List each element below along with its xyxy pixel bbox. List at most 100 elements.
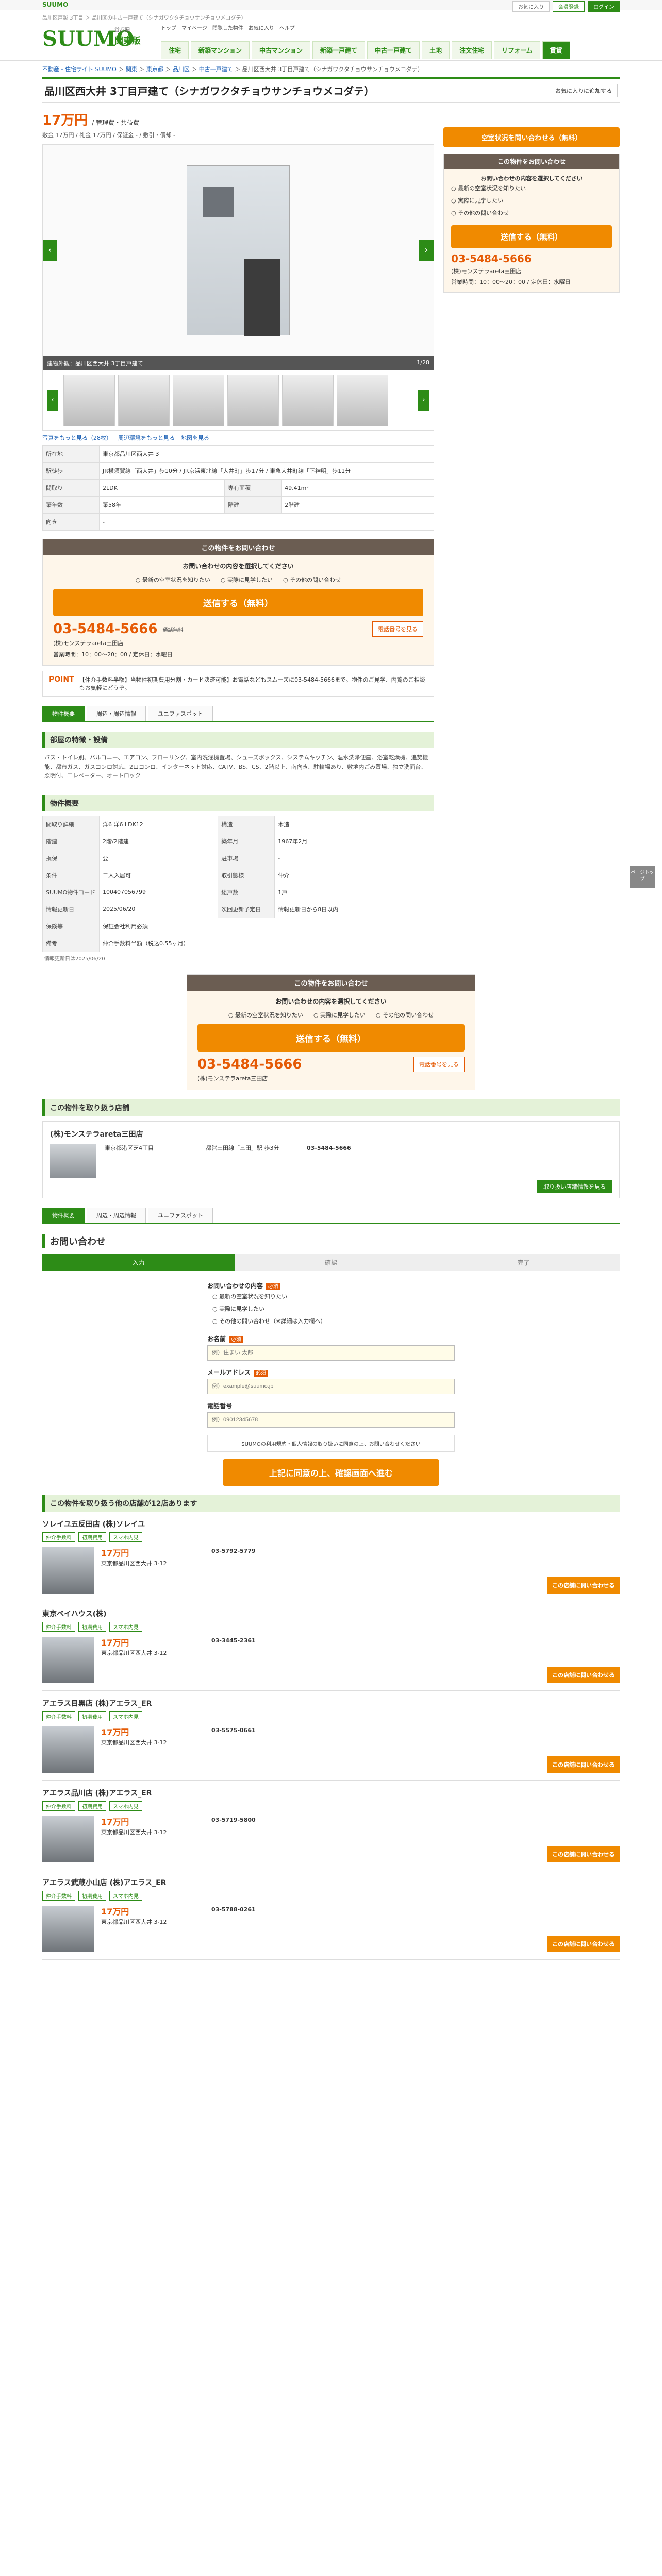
- page-top-button[interactable]: ページトップ: [630, 866, 655, 888]
- confirm-button[interactable]: 上記に同意の上、確認画面へ進む: [223, 1459, 439, 1486]
- thumb-next-button[interactable]: ›: [418, 390, 429, 411]
- mid-option-visit[interactable]: 実際に見学したい: [313, 1011, 366, 1019]
- thumbnail[interactable]: [337, 375, 388, 426]
- util-favorites[interactable]: お気に入り: [249, 24, 274, 31]
- sidebar-phone[interactable]: 03-5484-5666: [451, 252, 612, 265]
- listing-inquiry-button[interactable]: この店舗に問い合わせる: [547, 1845, 620, 1862]
- free-inquiry-button[interactable]: 空室状況を問い合わせる（無料）: [443, 127, 620, 147]
- form-option-other[interactable]: その他の問い合わせ（※詳細は入力欄へ）: [207, 1315, 455, 1327]
- listing-photo[interactable]: [42, 1636, 94, 1683]
- nav-custom-house[interactable]: 注文住宅: [452, 41, 492, 59]
- crumb-1[interactable]: 不動産・住宅サイト SUUMO: [42, 66, 117, 73]
- crumb-4[interactable]: 品川区: [173, 66, 190, 73]
- main-photo[interactable]: ‹ ›: [43, 145, 434, 356]
- crumb-3[interactable]: 東京都: [146, 66, 163, 73]
- util-history[interactable]: 閲覧した物件: [212, 24, 243, 31]
- house-image: [187, 165, 290, 336]
- listing-name[interactable]: アエラス目黒店 (株)アエラス_ER: [42, 1698, 620, 1708]
- tab-overview[interactable]: 物件概要: [42, 706, 85, 721]
- shop-more-button[interactable]: 取り扱い店舗情報を見る: [537, 1180, 612, 1193]
- thumbnail[interactable]: [173, 375, 224, 426]
- form-tab-spot[interactable]: ユニファスポット: [148, 1207, 213, 1223]
- nav-rental[interactable]: 賃貸: [542, 41, 570, 59]
- util-top[interactable]: トップ: [161, 24, 176, 31]
- mid-send-button[interactable]: 送信する（無料）: [197, 1024, 465, 1052]
- required-badge: 必須: [266, 1283, 281, 1290]
- top-logo[interactable]: SUUMO: [42, 1, 68, 8]
- crumb-2[interactable]: 関東: [126, 66, 137, 73]
- more-photos-link[interactable]: 写真をもっと見る（28枚）: [42, 434, 112, 442]
- surroundings-link[interactable]: 周辺環境をもっと見る: [118, 434, 175, 442]
- listing-price: 17万円: [101, 1548, 129, 1558]
- nav-new-mansion[interactable]: 新築マンション: [191, 41, 250, 59]
- listing-photo[interactable]: [42, 1547, 94, 1594]
- listing-name[interactable]: ソレイユ五反田店 (株)ソレイユ: [42, 1519, 620, 1529]
- inquiry-option-other[interactable]: その他の問い合わせ: [283, 575, 341, 584]
- listing-tel[interactable]: 03-5575-0661: [211, 1726, 315, 1773]
- listing-inquiry-button[interactable]: この店舗に問い合わせる: [547, 1756, 620, 1773]
- listing-photo[interactable]: [42, 1905, 94, 1952]
- tel-input[interactable]: [207, 1412, 455, 1428]
- listing-tel[interactable]: 03-3445-2361: [211, 1637, 315, 1683]
- mid-show-phone-button[interactable]: 電話番号を見る: [413, 1056, 465, 1072]
- add-favorite-button[interactable]: お気に入りに追加する: [550, 83, 618, 97]
- name-input[interactable]: [207, 1345, 455, 1361]
- nav-used-house[interactable]: 中古一戸建て: [367, 41, 420, 59]
- thumbnail[interactable]: [118, 375, 170, 426]
- form-tab-overview[interactable]: 物件概要: [42, 1207, 85, 1223]
- tab-surroundings[interactable]: 周辺・周辺情報: [87, 706, 146, 721]
- deposit-info: 敷金 17万円 / 礼金 17万円 / 保証金 - / 敷引・償却 -: [42, 132, 176, 139]
- listing-name[interactable]: アエラス武蔵小山店 (株)アエラス_ER: [42, 1877, 620, 1888]
- mid-option-vacancy[interactable]: 最新の空室状況を知りたい: [228, 1011, 303, 1019]
- nav-land[interactable]: 土地: [422, 41, 450, 59]
- mid-phone[interactable]: 03-5484-5666: [197, 1057, 302, 1072]
- show-phone-button[interactable]: 電話番号を見る: [372, 621, 423, 637]
- nav-home[interactable]: 住宅: [161, 41, 189, 59]
- sidebar-option-vacancy[interactable]: 最新の空室状況を知りたい: [451, 182, 612, 195]
- crumb-5[interactable]: 中古一戸建て: [199, 66, 233, 73]
- listing-inquiry-button[interactable]: この店舗に問い合わせる: [547, 1935, 620, 1952]
- sidebar-option-other[interactable]: その他の問い合わせ: [451, 207, 612, 219]
- next-photo-button[interactable]: ›: [419, 240, 434, 261]
- nav-used-mansion[interactable]: 中古マンション: [252, 41, 311, 59]
- thumbnail[interactable]: [227, 375, 279, 426]
- tab-spot[interactable]: ユニファスポット: [148, 706, 213, 721]
- inquiry-option-vacancy[interactable]: 最新の空室状況を知りたい: [136, 575, 210, 584]
- util-mypage[interactable]: マイページ: [181, 24, 207, 31]
- sidebar-option-visit[interactable]: 実際に見学したい: [451, 195, 612, 207]
- mid-option-other[interactable]: その他の問い合わせ: [376, 1011, 434, 1019]
- listing-tel[interactable]: 03-5792-5779: [211, 1547, 315, 1594]
- sidebar-send-button[interactable]: 送信する（無料）: [451, 225, 612, 248]
- listing-tag: 仲介手数料: [42, 1532, 75, 1542]
- form-option-vacancy[interactable]: 最新の空室状況を知りたい: [207, 1290, 455, 1302]
- form-tab-surroundings[interactable]: 周辺・周辺情報: [87, 1207, 146, 1223]
- nav-new-house[interactable]: 新築一戸建て: [312, 41, 366, 59]
- crumb-current: 品川区西大井 3丁目戸建て（シナガワクタチョウサンチョウメコダテ）: [242, 66, 423, 73]
- util-help[interactable]: ヘルプ: [279, 24, 295, 31]
- phone-number[interactable]: 03-5484-5666: [53, 621, 158, 637]
- prev-photo-button[interactable]: ‹: [43, 240, 57, 261]
- listing-tel[interactable]: 03-5788-0261: [211, 1906, 315, 1952]
- ov-value: 仲介: [274, 866, 434, 884]
- listing-photo[interactable]: [42, 1816, 94, 1862]
- shop-tel[interactable]: 03-5484-5666: [307, 1144, 400, 1178]
- listing-tag: 初期費用: [78, 1621, 106, 1632]
- listing-photo[interactable]: [42, 1726, 94, 1773]
- listing-inquiry-button[interactable]: この店舗に問い合わせる: [547, 1666, 620, 1683]
- listing-name[interactable]: アエラス品川店 (株)アエラス_ER: [42, 1788, 620, 1798]
- inquiry-option-visit[interactable]: 実際に見学したい: [221, 575, 273, 584]
- listing-tel[interactable]: 03-5719-5800: [211, 1816, 315, 1862]
- send-inquiry-button[interactable]: 送信する（無料）: [53, 589, 423, 616]
- shop-title[interactable]: (株)モンステラareta三田店: [50, 1129, 612, 1139]
- thumbnail[interactable]: [282, 375, 334, 426]
- map-link[interactable]: 地図を見る: [181, 434, 209, 442]
- thumb-prev-button[interactable]: ‹: [47, 390, 58, 411]
- nav-reform[interactable]: リフォーム: [494, 41, 540, 59]
- listing-inquiry-button[interactable]: この店舗に問い合わせる: [547, 1577, 620, 1594]
- listing-name[interactable]: 東京ベイハウス(株): [42, 1608, 620, 1619]
- mid-question: お問い合わせの内容を選択してください: [275, 997, 387, 1005]
- region-switch[interactable]: 首都圏 関東版: [114, 26, 141, 46]
- email-input[interactable]: [207, 1378, 455, 1394]
- thumbnail[interactable]: [63, 375, 115, 426]
- form-option-visit[interactable]: 実際に見学したい: [207, 1302, 455, 1315]
